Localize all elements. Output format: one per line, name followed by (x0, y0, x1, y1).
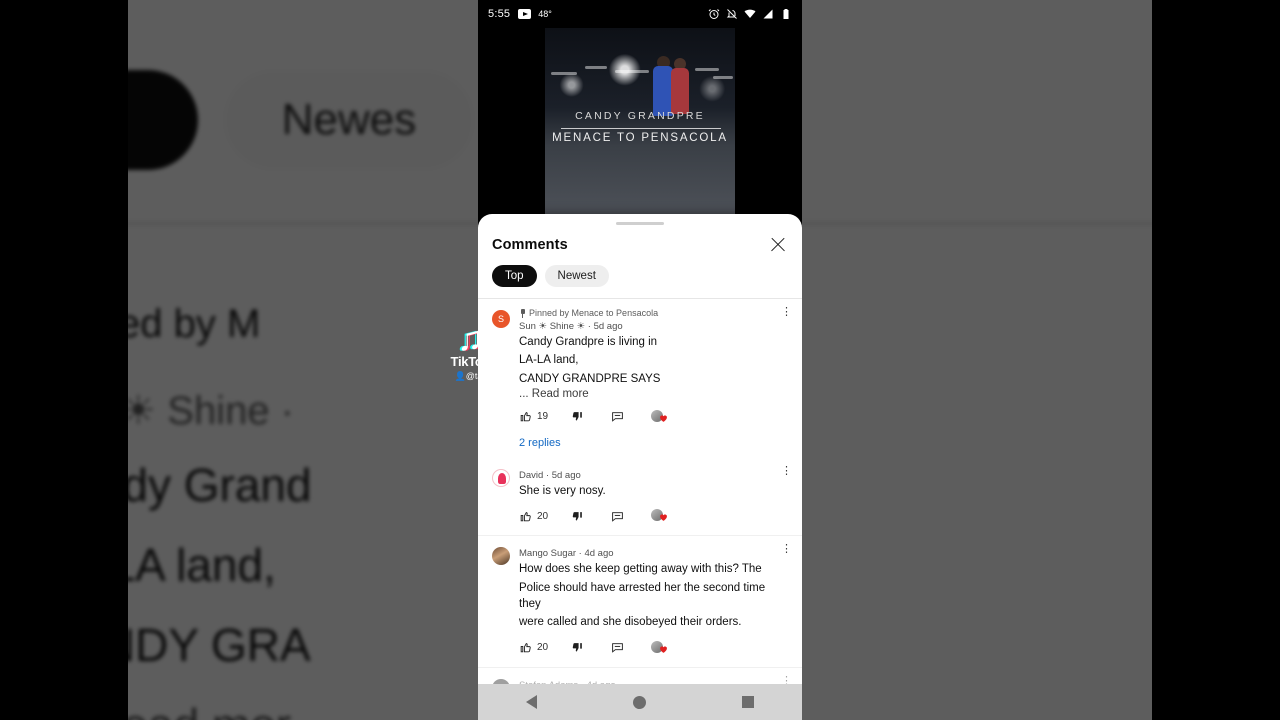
reply-button[interactable] (611, 641, 651, 654)
background-comment-line-1: Candy Grand (128, 459, 312, 511)
screenshot-stage: Comments Top Newes S Pinned by M Sun ☀ S… (0, 0, 1280, 720)
comment-text-line: were called and she disobeyed their orde… (519, 616, 742, 629)
like-count: 20 (537, 510, 549, 522)
like-count: 20 (537, 642, 549, 654)
list-item[interactable]: S Pinned by Menace to Pensacola Sun ☀ Sh… (478, 299, 802, 427)
comment-actions: 19 (519, 407, 772, 427)
youtube-icon (518, 9, 532, 19)
comment-menu-icon[interactable]: ⋮ (781, 307, 792, 318)
alarm-icon (708, 9, 720, 19)
dislike-button[interactable] (571, 641, 611, 654)
read-more-link[interactable]: ... Read more (519, 388, 772, 400)
like-button[interactable]: 20 (519, 510, 571, 523)
comment-actions: 20 (519, 506, 772, 526)
status-temperature: 48° (538, 9, 552, 19)
comment-actions: 20 (519, 638, 772, 658)
android-navigation-bar (478, 684, 802, 720)
video-frame[interactable]: CANDY GRANDPRE MENACE TO PENSACOLA (545, 28, 735, 218)
background-comment-line-2: LA-LA land, (128, 539, 276, 591)
reply-button[interactable] (611, 410, 651, 423)
comments-list[interactable]: S Pinned by Menace to Pensacola Sun ☀ Sh… (478, 299, 802, 684)
dislike-button[interactable] (571, 510, 611, 523)
avatar[interactable]: S (492, 310, 510, 328)
dislike-button[interactable] (571, 410, 611, 423)
like-count: 19 (537, 411, 549, 423)
comment-author-meta: Mango Sugar · 4d ago (519, 548, 614, 560)
creator-heart-icon (651, 640, 671, 655)
comment-text-line: LA-LA land, (519, 354, 579, 367)
creator-heart-icon (651, 509, 671, 523)
comment-text-line: How does she keep getting away with this… (519, 563, 762, 576)
status-bar: 5:55 48° (478, 0, 802, 28)
comment-author-meta: Sun ☀ Shine ☀ · 5d ago (519, 321, 623, 332)
comment-text-line: Candy Grandpre is living in (519, 336, 658, 348)
battery-icon (783, 9, 789, 19)
comments-sheet: Comments Top Newest S Pinned by Menace t… (478, 214, 802, 684)
notifications-off-icon (726, 9, 737, 19)
pinned-label: Pinned by Menace to Pensacola (529, 308, 659, 318)
background-read-more: ... Read mor (128, 698, 291, 720)
reply-button[interactable] (611, 510, 651, 523)
comment-text-line: CANDY GRANDPRE SAYS (519, 372, 661, 385)
sheet-header: Comments (478, 225, 802, 255)
view-replies-link[interactable]: 2 replies (478, 427, 802, 458)
status-time: 5:55 (488, 8, 511, 20)
comment-menu-icon[interactable]: ⋮ (781, 466, 792, 477)
comment-menu-icon[interactable]: ⋮ (781, 544, 792, 555)
wifi-icon (744, 9, 756, 18)
background-author-meta: Sun ☀ Shine · (128, 389, 294, 433)
tab-newest[interactable]: Newest (544, 265, 609, 287)
sort-tabs: Top Newest (478, 255, 802, 298)
creator-heart-icon (651, 409, 671, 424)
video-title-line-2: MENACE TO PENSACOLA (552, 132, 728, 144)
background-pinned-label: Pinned by M (128, 302, 261, 346)
list-item[interactable]: Mango Sugar · 4d ago How does she keep g… (478, 536, 802, 657)
background-tab-newest: Newes (224, 70, 474, 170)
video-player[interactable]: CANDY GRANDPRE MENACE TO PENSACOLA (478, 28, 802, 218)
comment-text-line: Police should have arrested her the seco… (519, 581, 766, 610)
background-comment-line-3: CANDY GRA (128, 619, 311, 671)
page-title: Comments (492, 237, 568, 253)
avatar[interactable] (492, 547, 510, 566)
comment-author-meta: David · 5d ago (519, 469, 581, 481)
list-item[interactable]: David · 5d ago She is very nosy. 20 ⋮ (478, 458, 802, 526)
list-item[interactable]: Stefan Adams · 4d ago ⋮ (478, 668, 802, 684)
like-button[interactable]: 19 (519, 410, 571, 423)
back-button-icon[interactable] (526, 695, 537, 709)
avatar[interactable] (492, 468, 510, 487)
video-title-line-1: CANDY GRANDPRE (575, 110, 705, 122)
tab-top[interactable]: Top (492, 265, 537, 287)
pinned-label-row: Pinned by Menace to Pensacola (519, 308, 772, 318)
recents-button-icon[interactable] (742, 696, 754, 708)
status-icons (708, 8, 792, 20)
cell-signal-icon (763, 9, 773, 19)
like-button[interactable]: 20 (519, 641, 571, 654)
home-button-icon[interactable] (633, 695, 646, 709)
phone-screen: 5:55 48° CANDY GRANDPRE MENACE TO PENSAC… (478, 0, 802, 720)
close-icon[interactable] (768, 235, 788, 255)
pin-icon (519, 308, 526, 318)
comment-text-line: She is very nosy. (519, 484, 606, 497)
